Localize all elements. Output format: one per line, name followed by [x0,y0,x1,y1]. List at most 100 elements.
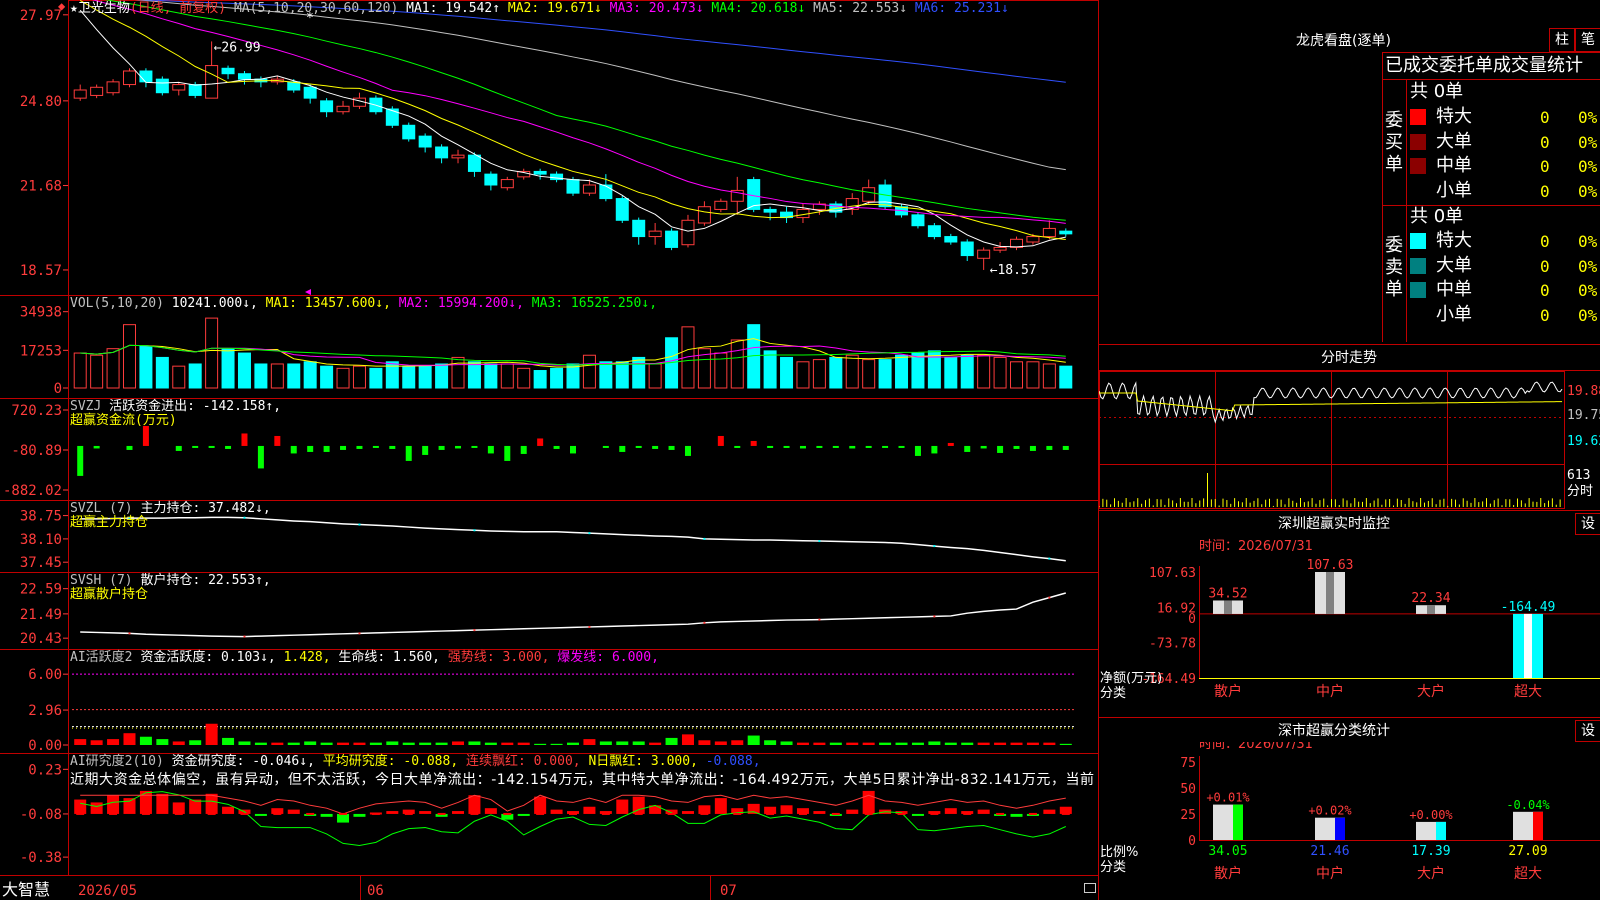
stock-chart-area[interactable]: 27.9724.8021.6818.57←26.99←18.57*◆ ★卫光生物(… [0,0,1100,900]
volume-bar [599,361,613,389]
activity-bar [1059,743,1072,745]
fund-flow-bar [455,445,462,449]
lock-icon[interactable] [1084,883,1096,893]
holding-dot [703,537,706,540]
fund-flow-bar [849,445,856,449]
research-legend-part-2: 平均研究度: -0.088, [323,753,466,769]
research-bar [353,813,366,817]
volume-bar [237,352,251,389]
research-legend-part-0: AI研究度2(10) [70,753,172,769]
volume-bar [648,363,662,389]
monitor-settings-button[interactable]: 设 [1575,513,1600,535]
holding-dot [1048,557,1051,560]
fund-flow-bar [537,438,544,446]
holding-legend-part-0: SVZL (7) [70,501,140,516]
activity-bar [796,742,809,745]
ma-line [134,0,1066,171]
research-bar [616,799,629,814]
fund-flow-bar [1046,445,1053,450]
fund-flow-bar [570,445,576,454]
research-bar [517,813,530,816]
price-legend-part-7: MA5: 22.553↓ [813,1,915,16]
fund-flow-bar [422,445,429,455]
candle-body [763,208,777,213]
volume-bar [287,363,301,389]
activity-bar [599,741,612,745]
fund-flow-bar [142,425,149,446]
fund-flow-sublabel: 超赢资金流(万元) [70,412,177,428]
volume-bar [369,367,383,389]
candle-body [451,154,465,159]
candle-body [106,81,120,94]
volume-bar [435,363,449,389]
activity-bar [238,741,251,745]
bar-mode-button[interactable]: 柱 [1549,28,1575,52]
research-bar [172,802,185,814]
buy-order-percent: 0% [1578,181,1598,201]
fund-flow-bar [323,445,330,452]
y-tick-label: 21.68 [20,179,62,195]
fund-flow-bar [602,445,609,448]
sell-order-label: 小单 [1436,303,1472,325]
candle-body [681,219,695,246]
holding-dot [1048,596,1051,599]
intraday-y-label: 19.88 [1567,384,1600,399]
y-tick-label: 37.45 [20,555,62,571]
arrow-marker [305,289,311,295]
tab-volume[interactable]: 成交量 [1493,55,1547,76]
volume-legend: VOL(5,10,20) 10241.000↓, MA1: 13457.600↓… [70,296,657,311]
volume-bar [862,359,876,389]
y-tick-label: 6.00 [28,667,62,683]
buy-order-label: 大单 [1436,130,1472,152]
volume-bar [1059,365,1073,389]
fund-flow-bar [175,445,182,451]
fund-flow-bar [93,445,100,449]
intraday-chart[interactable]: 19.88 19.75 19.62 613分时 [1099,371,1600,509]
holding-legend-part-0: SVSH (7) [70,573,140,588]
research-legend-part-3: 连续飘红: 0.000, [466,753,588,769]
volume-bar [270,363,284,389]
candle-body [385,108,399,126]
holding-dot [128,632,131,635]
fund-flow-bar [865,445,872,448]
research-legend-part-4: N日飘红: 3.000, [588,753,705,769]
holding-dot [473,629,476,632]
buy-order-row: 中单 0 0% [1410,155,1600,177]
research-bar [911,813,924,816]
monitor-unit: 净额(万元) [1100,671,1162,686]
color-swatch-icon [1410,109,1426,125]
y-tick-label: 0.00 [28,738,62,754]
activity-bar [911,742,924,745]
monitor-time: 时间：2026/07/31 [1199,539,1313,554]
buy-order-percent: 0% [1578,132,1598,152]
y-tick-label: 18.57 [20,263,62,279]
tick-mode-button[interactable]: 笔 [1575,28,1600,52]
panel-title: 龙虎看盘(逐单) [1296,33,1391,49]
y-tick-label: -80.89 [11,443,62,459]
buy-order-row: 小单 0 0% [1410,180,1600,202]
candle-body [221,67,235,75]
candle-body [303,86,317,99]
y-tick-label: 22.59 [20,582,62,598]
tab-stats[interactable]: 统计 [1547,55,1583,76]
holding-dot [703,621,706,624]
candle-body [599,184,613,200]
candle-body [139,70,153,83]
y-tick-label: 34938 [20,305,62,321]
activity-legend-part-0: AI活跃度2 [70,649,140,665]
price-legend-part-4: MA2: 19.671↓ [508,1,610,16]
buy-order-label: 特大 [1436,106,1472,127]
net-amount-bar-stripe [1524,613,1532,678]
activity-bar [107,739,120,745]
activity-bar [468,741,481,745]
classify-settings-button[interactable]: 设 [1575,720,1600,742]
activity-legend: AI活跃度2 资金活跃度: 0.103↓, 1.428, 生命线: 1.560,… [70,649,659,665]
tab-filled[interactable]: 已成交 [1385,55,1439,76]
activity-bar [928,741,941,745]
volume-bar [451,356,465,389]
activity-bar [1026,742,1039,745]
tab-orders[interactable]: 委托单 [1439,55,1493,76]
classify-time: 时间：2026/07/31 [1199,742,1313,752]
fund-flow-bar [947,442,954,446]
intraday-y-label: 19.75 [1567,408,1600,423]
